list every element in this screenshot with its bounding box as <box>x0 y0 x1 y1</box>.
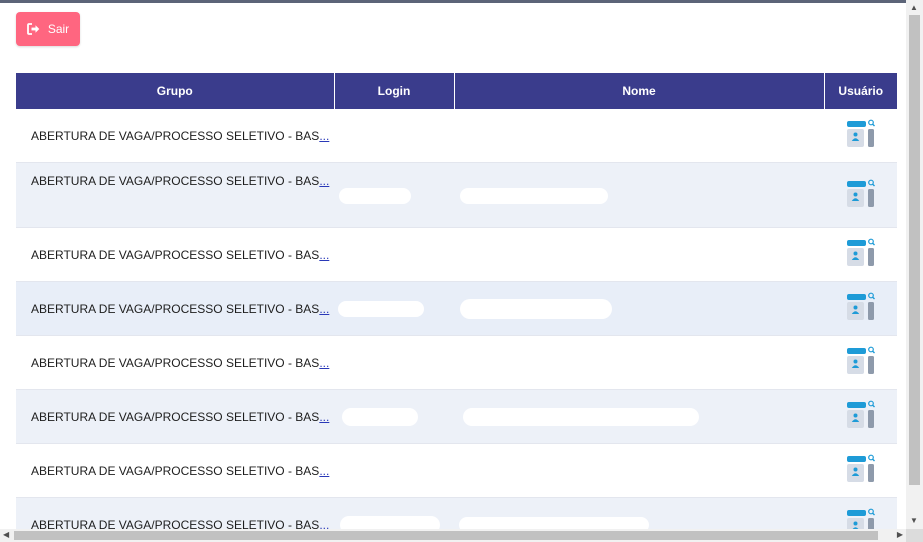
table-row[interactable]: ABERTURA DE VAGA/PROCESSO SELETIVO - BAS… <box>16 281 897 336</box>
table-row[interactable]: ABERTURA DE VAGA/PROCESSO SELETIVO - BAS… <box>16 109 897 163</box>
nome-cell <box>454 390 824 444</box>
redacted-name <box>459 516 649 529</box>
table-body: ABERTURA DE VAGA/PROCESSO SELETIVO - BAS… <box>16 109 897 529</box>
table-row[interactable]: ABERTURA DE VAGA/PROCESSO SELETIVO - BAS… <box>16 227 897 282</box>
column-header-grupo[interactable]: Grupo <box>16 73 335 109</box>
vertical-scrollbar[interactable]: ▲ ▼ <box>906 0 923 529</box>
table-row[interactable]: ABERTURA DE VAGA/PROCESSO SELETIVO - BAS… <box>16 389 897 444</box>
nome-cell <box>454 498 824 529</box>
usuario-cell <box>824 163 897 228</box>
grupo-text: ABERTURA DE VAGA/PROCESSO SELETIVO - BAS <box>31 409 320 424</box>
vertical-scroll-thumb[interactable] <box>909 15 920 485</box>
usuario-cell <box>824 282 897 336</box>
grupo-cell: ABERTURA DE VAGA/PROCESSO SELETIVO - BAS… <box>16 444 334 498</box>
table-row[interactable]: ABERTURA DE VAGA/PROCESSO SELETIVO - BAS… <box>16 443 897 498</box>
grupo-text: ABERTURA DE VAGA/PROCESSO SELETIVO - BAS <box>31 355 320 370</box>
grupo-more-link[interactable]: ... <box>319 248 329 262</box>
nome-cell <box>454 228 824 282</box>
user-search-icon[interactable] <box>846 179 876 212</box>
login-cell <box>334 444 454 498</box>
redacted-name <box>460 188 608 204</box>
page-viewport: Sair Grupo Login Nome Usuário ABERTURA D… <box>0 3 906 529</box>
user-search-icon[interactable] <box>846 346 876 379</box>
usuario-cell <box>824 390 897 444</box>
scroll-up-arrow-icon[interactable]: ▲ <box>910 3 918 13</box>
grupo-cell: ABERTURA DE VAGA/PROCESSO SELETIVO - BAS… <box>16 336 334 390</box>
user-search-icon[interactable] <box>846 119 876 152</box>
scroll-right-arrow-icon[interactable]: ▶ <box>897 530 903 540</box>
grupo-cell: ABERTURA DE VAGA/PROCESSO SELETIVO - BAS… <box>16 109 334 163</box>
groups-table: Grupo Login Nome Usuário ABERTURA DE VAG… <box>16 73 897 529</box>
horizontal-scrollbar[interactable]: ◀ ▶ <box>0 529 906 542</box>
usuario-cell <box>824 444 897 498</box>
column-header-nome[interactable]: Nome <box>454 73 825 109</box>
redacted-name <box>460 298 612 319</box>
table-header-row: Grupo Login Nome Usuário <box>16 73 897 109</box>
usuario-cell <box>824 498 897 529</box>
login-cell <box>334 390 454 444</box>
login-cell <box>334 163 454 228</box>
grupo-cell: ABERTURA DE VAGA/PROCESSO SELETIVO - BAS… <box>16 390 334 444</box>
nome-cell <box>454 109 824 163</box>
grupo-cell: ABERTURA DE VAGA/PROCESSO SELETIVO - BAS… <box>16 228 334 282</box>
grupo-more-link[interactable]: ... <box>319 302 329 316</box>
login-cell <box>334 498 454 529</box>
sair-label: Sair <box>47 22 70 36</box>
login-cell <box>334 109 454 163</box>
redacted-login <box>338 300 424 317</box>
grupo-more-link[interactable]: ... <box>319 410 329 424</box>
grupo-more-link[interactable]: ... <box>319 129 329 143</box>
grupo-cell: ABERTURA DE VAGA/PROCESSO SELETIVO - BAS… <box>16 282 334 336</box>
nome-cell <box>454 282 824 336</box>
scroll-left-arrow-icon[interactable]: ◀ <box>3 530 9 540</box>
grupo-text: ABERTURA DE VAGA/PROCESSO SELETIVO - BAS <box>31 517 320 530</box>
grupo-text: ABERTURA DE VAGA/PROCESSO SELETIVO - BAS <box>31 128 320 143</box>
nome-cell <box>454 163 824 228</box>
grupo-text: ABERTURA DE VAGA/PROCESSO SELETIVO - BAS <box>31 301 320 316</box>
grupo-more-link[interactable]: ... <box>319 356 329 370</box>
user-search-icon[interactable] <box>846 454 876 487</box>
grupo-cell: ABERTURA DE VAGA/PROCESSO SELETIVO - BAS… <box>16 163 334 228</box>
grupo-more-link[interactable]: ... <box>319 464 329 478</box>
table-row[interactable]: ABERTURA DE VAGA/PROCESSO SELETIVO - BAS… <box>16 335 897 390</box>
usuario-cell <box>824 228 897 282</box>
nome-cell <box>454 336 824 390</box>
user-search-icon[interactable] <box>846 400 876 433</box>
grupo-cell: ABERTURA DE VAGA/PROCESSO SELETIVO - BAS… <box>16 498 334 530</box>
redacted-login <box>340 515 440 529</box>
grupo-text: ABERTURA DE VAGA/PROCESSO SELETIVO - BAS <box>31 247 320 262</box>
usuario-cell <box>824 109 897 163</box>
redacted-login <box>339 188 411 204</box>
usuario-cell <box>824 336 897 390</box>
login-cell <box>334 336 454 390</box>
horizontal-scroll-thumb[interactable] <box>14 531 878 540</box>
table-row[interactable]: ABERTURA DE VAGA/PROCESSO SELETIVO - BAS… <box>16 162 897 228</box>
sign-out-icon <box>26 23 40 35</box>
scroll-down-arrow-icon[interactable]: ▼ <box>910 516 918 526</box>
nome-cell <box>454 444 824 498</box>
grupo-text: ABERTURA DE VAGA/PROCESSO SELETIVO - BAS <box>31 463 320 478</box>
redacted-name <box>463 407 699 426</box>
column-header-login[interactable]: Login <box>334 73 455 109</box>
grupo-text: ABERTURA DE VAGA/PROCESSO SELETIVO - BAS <box>31 174 320 188</box>
redacted-login <box>342 407 418 426</box>
column-header-usuario[interactable]: Usuário <box>824 73 897 109</box>
login-cell <box>334 228 454 282</box>
grupo-more-link[interactable]: ... <box>319 174 329 188</box>
user-search-icon[interactable] <box>846 292 876 325</box>
table-row[interactable]: ABERTURA DE VAGA/PROCESSO SELETIVO - BAS… <box>16 497 897 530</box>
login-cell <box>334 282 454 336</box>
user-search-icon[interactable] <box>846 508 876 529</box>
user-search-icon[interactable] <box>846 238 876 271</box>
grupo-more-link[interactable]: ... <box>319 518 329 530</box>
sair-button[interactable]: Sair <box>16 12 80 46</box>
scrollbar-corner <box>906 529 923 542</box>
